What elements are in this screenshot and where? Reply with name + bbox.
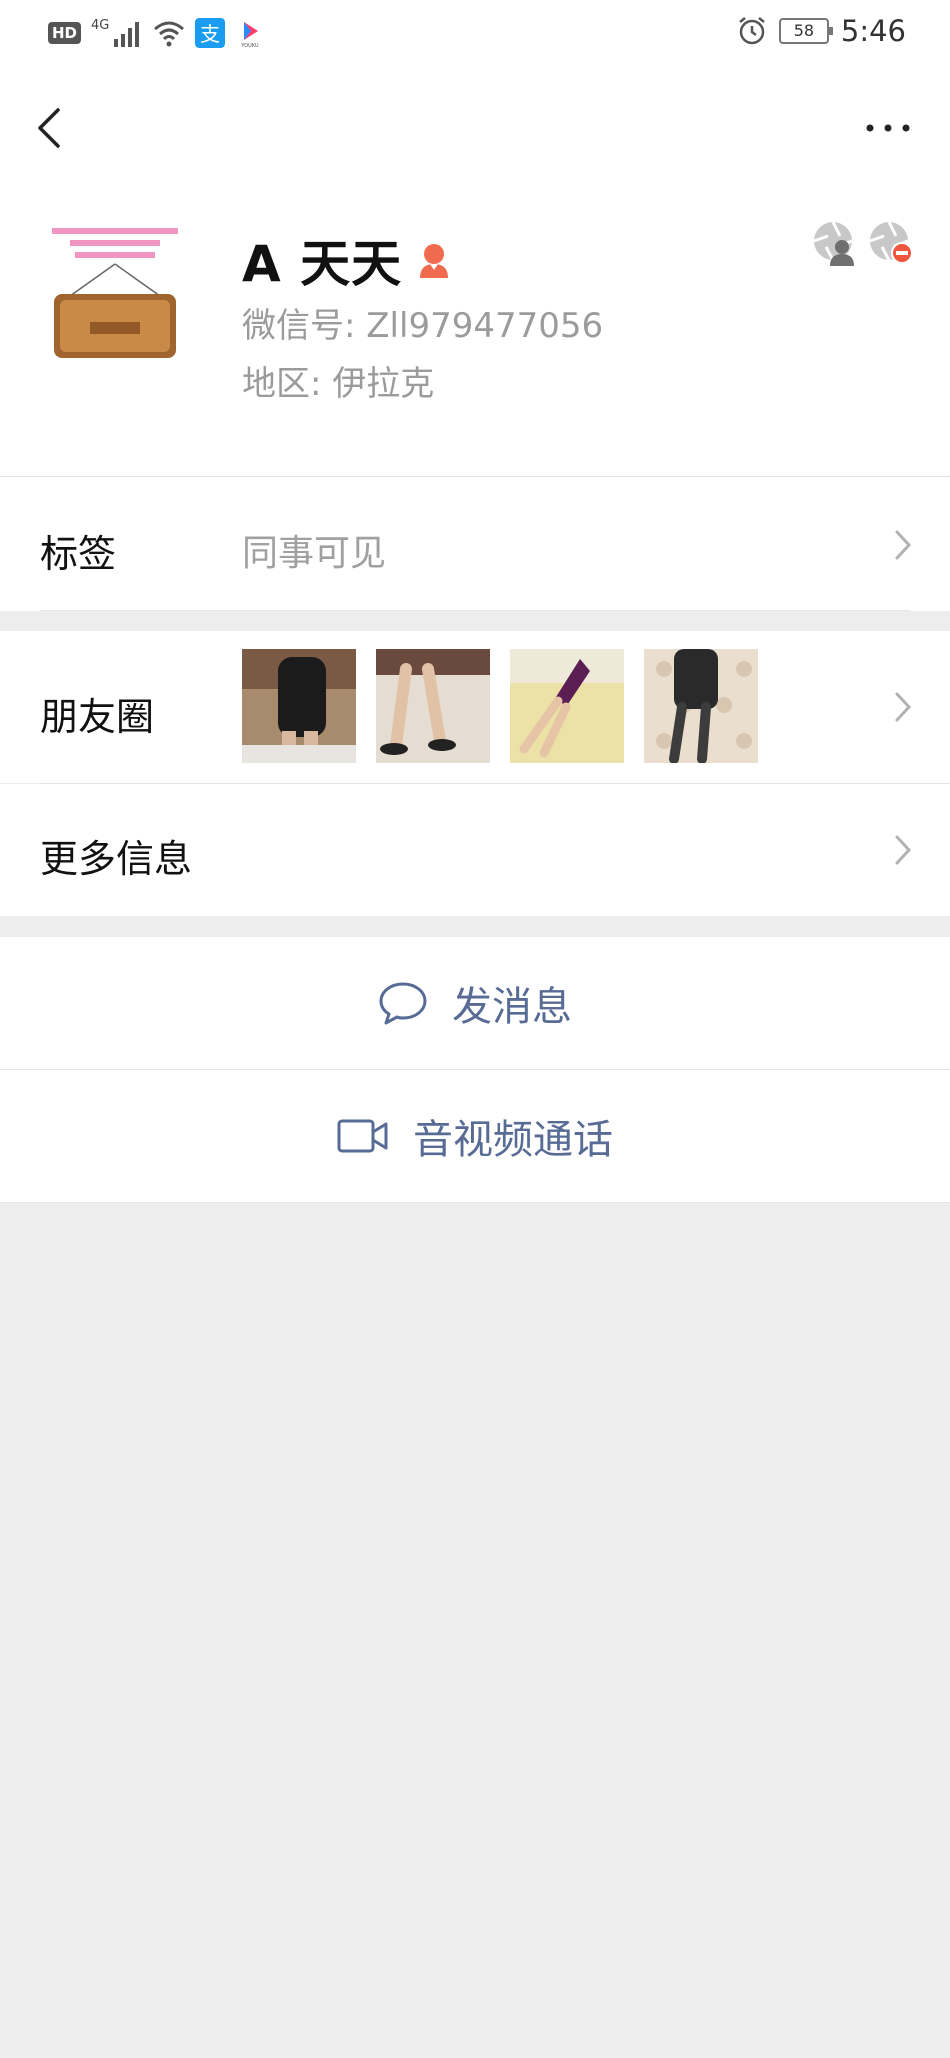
moments-thumbnails: [242, 649, 758, 763]
profile-card: A 天天 微信号: Zll979477056 地区: 伊拉克: [0, 188, 950, 476]
svg-text:支: 支: [200, 22, 220, 46]
chevron-right-icon: [895, 692, 912, 722]
female-icon: [420, 244, 449, 278]
network-type: 4G: [91, 18, 110, 33]
send-message-label: 发消息: [452, 984, 572, 1030]
region: 伊拉克: [332, 364, 435, 404]
status-left: HD 4G 支 YOUKU: [48, 18, 265, 48]
signal-icon: [114, 22, 140, 47]
bottom-divider: [0, 1202, 950, 1203]
more-dots-icon[interactable]: [860, 108, 920, 148]
privacy-icons: [812, 220, 914, 266]
chat-bubble-icon: [379, 982, 427, 1025]
avatar[interactable]: [40, 218, 190, 368]
status-right: 58 5:46: [737, 14, 906, 48]
moments-label: 朋友圈: [40, 695, 155, 739]
moments-hidden-icon: [869, 221, 913, 264]
contact-name: A 天天: [242, 235, 403, 293]
region-label: 地区:: [242, 364, 333, 404]
chevron-right-icon: [895, 835, 912, 865]
moments-blocked-icon: [813, 221, 854, 266]
moments-thumbnail[interactable]: [510, 649, 624, 763]
chevron-left-icon[interactable]: [30, 98, 70, 158]
wechat-id-line: 微信号: Zll979477056: [242, 298, 603, 347]
status-bar: HD 4G 支 YOUKU 58 5:46: [0, 0, 950, 68]
send-message-button[interactable]: 发消息: [0, 937, 950, 1069]
more-info-row[interactable]: 更多信息: [0, 784, 950, 916]
video-call-button[interactable]: 音视频通话: [0, 1070, 950, 1202]
moments-row[interactable]: 朋友圈: [0, 631, 950, 783]
avatar-image: [40, 218, 190, 368]
tags-label: 标签: [40, 532, 117, 576]
moments-thumbnail[interactable]: [376, 649, 490, 763]
moments-thumbnail[interactable]: [644, 649, 758, 763]
youku-icon: YOUKU: [241, 22, 260, 48]
video-camera-icon: [337, 1119, 388, 1153]
chevron-right-icon: [895, 530, 912, 560]
wechat-id: Zll979477056: [366, 306, 604, 346]
nav-bar: [0, 68, 950, 188]
more-info-label: 更多信息: [40, 837, 193, 881]
region-line: 地区: 伊拉克: [242, 356, 434, 405]
tags-value: 同事可见: [242, 533, 387, 574]
name-row: A 天天: [242, 224, 452, 296]
wechat-id-label: 微信号:: [242, 306, 367, 346]
video-call-label: 音视频通话: [413, 1117, 613, 1163]
alipay-icon: 支: [195, 18, 226, 48]
hd-badge: HD: [48, 22, 82, 44]
battery-level: 58: [793, 21, 815, 40]
tags-divider: [40, 610, 910, 611]
alarm-icon: [739, 17, 765, 45]
clock: 5:46: [840, 14, 906, 48]
wifi-icon: [154, 21, 185, 47]
tags-row[interactable]: 标签 同事可见: [0, 477, 950, 611]
battery-icon: 58: [778, 18, 833, 44]
svg-text:YOUKU: YOUKU: [241, 43, 260, 48]
moments-thumbnail[interactable]: [242, 649, 356, 763]
